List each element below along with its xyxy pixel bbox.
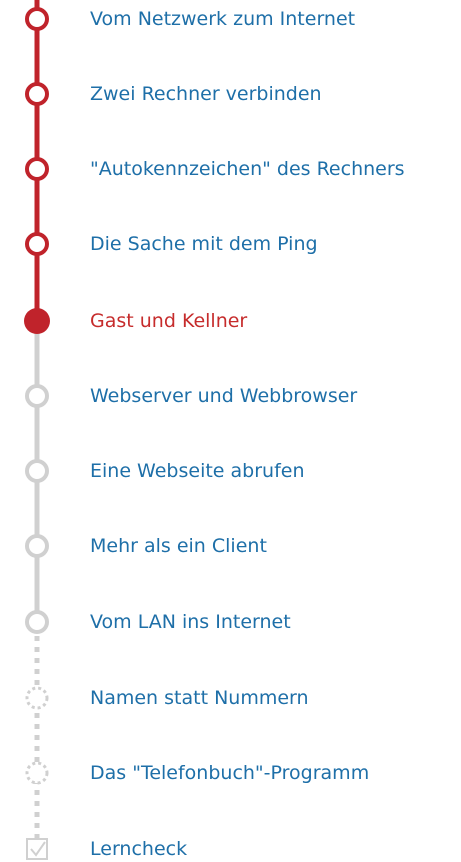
lesson-link-lerncheck[interactable]: Lerncheck bbox=[90, 837, 187, 861]
node-pending-3[interactable] bbox=[25, 534, 49, 558]
lesson-link-1[interactable]: Vom Netzwerk zum Internet bbox=[90, 7, 355, 31]
node-pending-4[interactable] bbox=[25, 610, 49, 634]
lesson-link-9[interactable]: Vom LAN ins Internet bbox=[90, 610, 291, 634]
progress-track bbox=[24, 0, 50, 860]
lesson-link-current[interactable]: Gast und Kellner bbox=[90, 309, 247, 333]
lesson-link-8[interactable]: Mehr als ein Client bbox=[90, 534, 267, 558]
lesson-link-7[interactable]: Eine Webseite abrufen bbox=[90, 459, 305, 483]
lesson-link-11[interactable]: Das "Telefonbuch"-Programm bbox=[90, 761, 369, 785]
node-pending-1[interactable] bbox=[25, 384, 49, 408]
lesson-link-3[interactable]: "Autokennzeichen" des Rechners bbox=[90, 157, 405, 181]
lesson-link-10[interactable]: Namen statt Nummern bbox=[90, 686, 309, 710]
node-done-1[interactable] bbox=[25, 7, 49, 31]
node-optional-1[interactable] bbox=[25, 686, 49, 710]
node-pending-2[interactable] bbox=[25, 459, 49, 483]
node-done-2[interactable] bbox=[25, 82, 49, 106]
checkbox-icon[interactable] bbox=[26, 838, 48, 860]
node-optional-2[interactable] bbox=[25, 761, 49, 785]
lesson-link-6[interactable]: Webserver und Webbrowser bbox=[90, 384, 357, 408]
node-current[interactable] bbox=[24, 308, 50, 334]
lesson-link-4[interactable]: Die Sache mit dem Ping bbox=[90, 232, 318, 256]
node-done-4[interactable] bbox=[25, 232, 49, 256]
lesson-link-2[interactable]: Zwei Rechner verbinden bbox=[90, 82, 322, 106]
node-done-3[interactable] bbox=[25, 157, 49, 181]
